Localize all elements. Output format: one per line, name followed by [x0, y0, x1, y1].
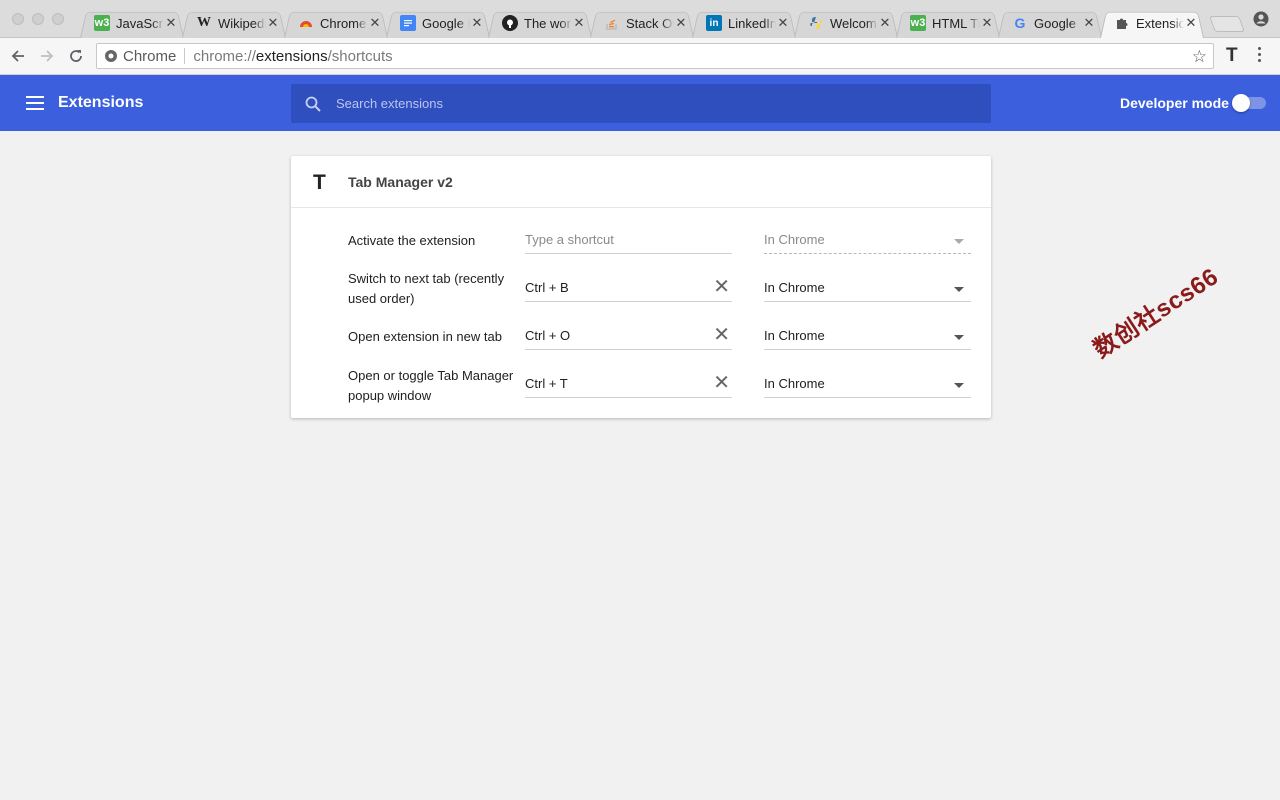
back-arrow-icon[interactable]: [8, 46, 28, 66]
chevron-down-icon: [954, 335, 964, 340]
browser-tab[interactable]: w3 JavaScript ✕: [80, 8, 184, 38]
extension-icon: T: [313, 171, 326, 194]
python-icon: [808, 15, 824, 31]
browser-toolbar: Chrome chrome://extensions/shortcuts ☆ T: [0, 38, 1280, 75]
command-label: Switch to next tab (recently used order): [348, 271, 505, 306]
command-label: Open extension in new tab: [348, 329, 502, 344]
tab-strip: w3 JavaScript ✕ W Wikipedia ✕ Chrome ✕ G…: [0, 0, 1280, 38]
command-row: Switch to next tab (recently used order)…: [291, 268, 991, 316]
browser-tab[interactable]: in LinkedIn ✕: [692, 8, 796, 38]
new-tab-button[interactable]: [1209, 16, 1245, 32]
search-input[interactable]: [336, 96, 936, 111]
scope-value: In Chrome: [764, 280, 825, 295]
scope-select[interactable]: In Chrome: [764, 276, 971, 302]
chrome-page-icon: [105, 50, 117, 62]
browser-tab[interactable]: Welcome ✕: [794, 8, 898, 38]
page-title: Extensions: [58, 94, 144, 111]
watermark: 数创社scs66: [1088, 263, 1224, 364]
toggle-knob: [1232, 94, 1250, 112]
clear-shortcut-icon[interactable]: ✕: [713, 324, 730, 346]
reload-icon[interactable]: [66, 46, 86, 66]
scope-value: In Chrome: [764, 328, 825, 343]
browser-tab[interactable]: Chrome ✕: [284, 8, 388, 38]
forward-arrow-icon[interactable]: [37, 46, 57, 66]
command-label: Activate the extension: [348, 233, 476, 248]
tab-close-icon[interactable]: ✕: [1184, 15, 1198, 31]
tab-manager-extension-button[interactable]: T: [1226, 45, 1238, 67]
extensions-header: Extensions Developer mode: [0, 75, 1280, 131]
divider: [184, 48, 186, 64]
address-bar[interactable]: Chrome chrome://extensions/shortcuts ☆: [96, 43, 1214, 69]
tab-close-icon[interactable]: ✕: [776, 15, 790, 31]
command-row: Activate the extension Type a shortcut I…: [291, 224, 991, 272]
browser-tab[interactable]: G Google ✕: [998, 8, 1102, 38]
tab-close-icon[interactable]: ✕: [266, 15, 280, 31]
shortcut-input[interactable]: Ctrl + B ✕: [525, 276, 732, 302]
more-menu-icon[interactable]: [1258, 47, 1262, 65]
tab-close-icon[interactable]: ✕: [470, 15, 484, 31]
shortcut-input[interactable]: Ctrl + O ✕: [525, 324, 732, 350]
extension-shortcuts-card: T Tab Manager v2 Activate the extension …: [291, 156, 991, 418]
scope-value: In Chrome: [764, 376, 825, 391]
w3-icon: w3: [94, 15, 110, 31]
shortcut-value: Ctrl + O: [525, 328, 571, 343]
tab-close-icon[interactable]: ✕: [878, 15, 892, 31]
tab-close-icon[interactable]: ✕: [674, 15, 688, 31]
chevron-down-icon: [954, 239, 964, 244]
tab-close-icon[interactable]: ✕: [164, 15, 178, 31]
scope-value: In Chrome: [764, 232, 825, 247]
zoom-window-button[interactable]: [52, 13, 64, 25]
developer-mode-toggle[interactable]: [1232, 94, 1266, 112]
card-header: T Tab Manager v2: [291, 156, 991, 208]
clear-shortcut-icon[interactable]: ✕: [713, 276, 730, 298]
tab-close-icon[interactable]: ✕: [572, 15, 586, 31]
search-box[interactable]: [291, 84, 991, 123]
google-docs-icon: [400, 15, 416, 31]
url-text: chrome://extensions/shortcuts: [193, 47, 393, 65]
linkedin-icon: in: [706, 15, 722, 31]
extension-name: Tab Manager v2: [348, 174, 453, 190]
chevron-down-icon: [954, 383, 964, 388]
stackoverflow-icon: [604, 15, 620, 31]
browser-tab[interactable]: Google Docs ✕: [386, 8, 490, 38]
command-row: Open or toggle Tab Manager popup window …: [291, 364, 991, 412]
profile-icon[interactable]: [1253, 11, 1269, 27]
command-label: Open or toggle Tab Manager popup window: [348, 368, 514, 403]
chevron-down-icon: [954, 287, 964, 292]
page-chip: Chrome: [123, 47, 177, 65]
scope-select[interactable]: In Chrome: [764, 324, 971, 350]
minimize-window-button[interactable]: [32, 13, 44, 25]
shortcut-value: Ctrl + B: [525, 280, 569, 295]
w3-icon: w3: [910, 15, 926, 31]
puzzle-icon: [1114, 15, 1130, 31]
tab-close-icon[interactable]: ✕: [1082, 15, 1096, 31]
browser-tab[interactable]: The world ✕: [488, 8, 592, 38]
browser-tab[interactable]: Stack Overflow ✕: [590, 8, 694, 38]
shortcut-value: Ctrl + T: [525, 376, 568, 391]
shortcut-input[interactable]: Type a shortcut: [525, 228, 732, 254]
browser-tab[interactable]: w3 HTML Tutorial ✕: [896, 8, 1000, 38]
wikipedia-icon: W: [197, 15, 211, 30]
chrome-icon: [298, 15, 314, 31]
shortcut-input[interactable]: Ctrl + T ✕: [525, 372, 732, 398]
google-icon: G: [1014, 15, 1026, 31]
clear-shortcut-icon[interactable]: ✕: [713, 372, 730, 394]
browser-tab[interactable]: W Wikipedia ✕: [182, 8, 286, 38]
close-window-button[interactable]: [12, 13, 24, 25]
tab-close-icon[interactable]: ✕: [980, 15, 994, 31]
scope-select: In Chrome: [764, 228, 971, 254]
bookmark-star-icon[interactable]: ☆: [1192, 47, 1207, 67]
scope-select[interactable]: In Chrome: [764, 372, 971, 398]
search-icon: [305, 96, 321, 112]
developer-mode-label: Developer mode: [1120, 95, 1229, 111]
command-row: Open extension in new tab Ctrl + O ✕ In …: [291, 316, 991, 364]
hamburger-menu-icon[interactable]: [26, 96, 44, 114]
browser-tab-active[interactable]: Extensions ✕: [1100, 8, 1204, 38]
github-icon: [502, 15, 518, 31]
tab-close-icon[interactable]: ✕: [368, 15, 382, 31]
